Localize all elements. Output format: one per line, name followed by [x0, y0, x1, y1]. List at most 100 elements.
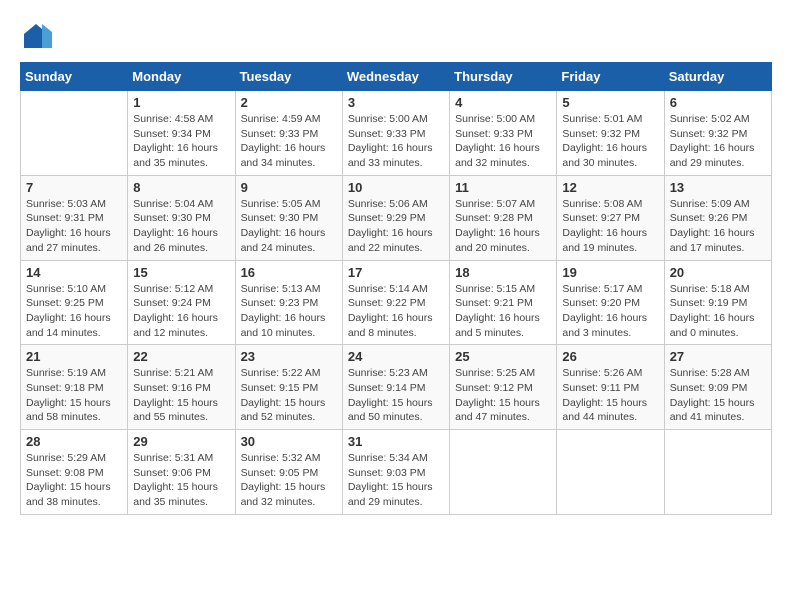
calendar-cell: 15 Sunrise: 5:12 AM Sunset: 9:24 PM Dayli…: [128, 260, 235, 345]
calendar-body: 1 Sunrise: 4:58 AM Sunset: 9:34 PM Daylig…: [21, 91, 772, 515]
day-number: 3: [348, 95, 444, 110]
day-info: Sunrise: 5:21 AM Sunset: 9:16 PM Dayligh…: [133, 366, 229, 425]
day-info: Sunrise: 5:03 AM Sunset: 9:31 PM Dayligh…: [26, 197, 122, 256]
day-info: Sunrise: 5:14 AM Sunset: 9:22 PM Dayligh…: [348, 282, 444, 341]
day-number: 28: [26, 434, 122, 449]
day-info: Sunrise: 5:05 AM Sunset: 9:30 PM Dayligh…: [241, 197, 337, 256]
calendar-cell: 26Sunrise: 5:26 AM Sunset: 9:11 PM Dayli…: [557, 345, 664, 430]
calendar-cell: 10 Sunrise: 5:06 AM Sunset: 9:29 PM Dayli…: [342, 175, 449, 260]
calendar-cell: [557, 430, 664, 515]
calendar-cell: 22 Sunrise: 5:21 AM Sunset: 9:16 PM Dayli…: [128, 345, 235, 430]
day-info: Sunrise: 5:08 AM Sunset: 9:27 PM Dayligh…: [562, 197, 658, 256]
day-info: Sunrise: 5:06 AM Sunset: 9:29 PM Dayligh…: [348, 197, 444, 256]
header-day: Thursday: [450, 63, 557, 91]
logo-icon: [20, 20, 52, 52]
calendar-cell: 3 Sunrise: 5:00 AM Sunset: 9:33 PM Daylig…: [342, 91, 449, 176]
day-info: Sunrise: 5:31 AM Sunset: 9:06 PM Dayligh…: [133, 451, 229, 510]
day-number: 14: [26, 265, 122, 280]
day-number: 26: [562, 349, 658, 364]
calendar-cell: 25Sunrise: 5:25 AM Sunset: 9:12 PM Dayli…: [450, 345, 557, 430]
day-number: 4: [455, 95, 551, 110]
header-day: Monday: [128, 63, 235, 91]
calendar-table: SundayMondayTuesdayWednesdayThursdayFrid…: [20, 62, 772, 515]
day-info: Sunrise: 5:00 AM Sunset: 9:33 PM Dayligh…: [455, 112, 551, 171]
calendar-cell: 9 Sunrise: 5:05 AM Sunset: 9:30 PM Daylig…: [235, 175, 342, 260]
header-day: Sunday: [21, 63, 128, 91]
day-number: 22: [133, 349, 229, 364]
calendar-cell: 12 Sunrise: 5:08 AM Sunset: 9:27 PM Dayli…: [557, 175, 664, 260]
day-info: Sunrise: 5:04 AM Sunset: 9:30 PM Dayligh…: [133, 197, 229, 256]
day-info: Sunrise: 4:58 AM Sunset: 9:34 PM Dayligh…: [133, 112, 229, 171]
calendar-cell: 17 Sunrise: 5:14 AM Sunset: 9:22 PM Dayli…: [342, 260, 449, 345]
day-info: Sunrise: 5:23 AM Sunset: 9:14 PM Dayligh…: [348, 366, 444, 425]
calendar-cell: 21 Sunrise: 5:19 AM Sunset: 9:18 PM Dayli…: [21, 345, 128, 430]
day-number: 13: [670, 180, 766, 195]
day-number: 16: [241, 265, 337, 280]
calendar-cell: 4 Sunrise: 5:00 AM Sunset: 9:33 PM Daylig…: [450, 91, 557, 176]
header-day: Wednesday: [342, 63, 449, 91]
day-info: Sunrise: 5:13 AM Sunset: 9:23 PM Dayligh…: [241, 282, 337, 341]
day-number: 5: [562, 95, 658, 110]
day-number: 19: [562, 265, 658, 280]
calendar-cell: 11Sunrise: 5:07 AM Sunset: 9:28 PM Dayli…: [450, 175, 557, 260]
calendar-cell: 29 Sunrise: 5:31 AM Sunset: 9:06 PM Dayli…: [128, 430, 235, 515]
day-number: 2: [241, 95, 337, 110]
day-number: 20: [670, 265, 766, 280]
calendar-cell: 13 Sunrise: 5:09 AM Sunset: 9:26 PM Dayli…: [664, 175, 771, 260]
calendar-cell: 7 Sunrise: 5:03 AM Sunset: 9:31 PM Daylig…: [21, 175, 128, 260]
day-number: 18: [455, 265, 551, 280]
day-info: Sunrise: 5:02 AM Sunset: 9:32 PM Dayligh…: [670, 112, 766, 171]
day-number: 24: [348, 349, 444, 364]
calendar-week: 1 Sunrise: 4:58 AM Sunset: 9:34 PM Daylig…: [21, 91, 772, 176]
day-info: Sunrise: 5:00 AM Sunset: 9:33 PM Dayligh…: [348, 112, 444, 171]
day-info: Sunrise: 5:01 AM Sunset: 9:32 PM Dayligh…: [562, 112, 658, 171]
calendar-cell: 14Sunrise: 5:10 AM Sunset: 9:25 PM Dayli…: [21, 260, 128, 345]
day-number: 21: [26, 349, 122, 364]
calendar-week: 21 Sunrise: 5:19 AM Sunset: 9:18 PM Dayli…: [21, 345, 772, 430]
calendar-cell: 28Sunrise: 5:29 AM Sunset: 9:08 PM Dayli…: [21, 430, 128, 515]
day-number: 29: [133, 434, 229, 449]
day-info: Sunrise: 5:09 AM Sunset: 9:26 PM Dayligh…: [670, 197, 766, 256]
header-day: Tuesday: [235, 63, 342, 91]
day-number: 15: [133, 265, 229, 280]
day-info: Sunrise: 5:15 AM Sunset: 9:21 PM Dayligh…: [455, 282, 551, 341]
day-number: 8: [133, 180, 229, 195]
day-info: Sunrise: 5:22 AM Sunset: 9:15 PM Dayligh…: [241, 366, 337, 425]
day-info: Sunrise: 5:12 AM Sunset: 9:24 PM Dayligh…: [133, 282, 229, 341]
calendar-cell: 31 Sunrise: 5:34 AM Sunset: 9:03 PM Dayli…: [342, 430, 449, 515]
day-number: 10: [348, 180, 444, 195]
day-number: 1: [133, 95, 229, 110]
day-info: Sunrise: 5:28 AM Sunset: 9:09 PM Dayligh…: [670, 366, 766, 425]
day-info: Sunrise: 5:25 AM Sunset: 9:12 PM Dayligh…: [455, 366, 551, 425]
calendar-cell: 5 Sunrise: 5:01 AM Sunset: 9:32 PM Daylig…: [557, 91, 664, 176]
day-number: 17: [348, 265, 444, 280]
calendar-cell: 16 Sunrise: 5:13 AM Sunset: 9:23 PM Dayli…: [235, 260, 342, 345]
calendar-week: 28Sunrise: 5:29 AM Sunset: 9:08 PM Dayli…: [21, 430, 772, 515]
header-row: SundayMondayTuesdayWednesdayThursdayFrid…: [21, 63, 772, 91]
calendar-cell: 2Sunrise: 4:59 AM Sunset: 9:33 PM Daylig…: [235, 91, 342, 176]
logo: [20, 20, 56, 52]
day-number: 12: [562, 180, 658, 195]
day-number: 27: [670, 349, 766, 364]
calendar-cell: 24 Sunrise: 5:23 AM Sunset: 9:14 PM Dayli…: [342, 345, 449, 430]
calendar-cell: 30 Sunrise: 5:32 AM Sunset: 9:05 PM Dayli…: [235, 430, 342, 515]
calendar-cell: [450, 430, 557, 515]
day-number: 7: [26, 180, 122, 195]
calendar-cell: 19Sunrise: 5:17 AM Sunset: 9:20 PM Dayli…: [557, 260, 664, 345]
day-info: Sunrise: 5:19 AM Sunset: 9:18 PM Dayligh…: [26, 366, 122, 425]
calendar-cell: [21, 91, 128, 176]
page-header: [20, 20, 772, 52]
calendar-week: 14Sunrise: 5:10 AM Sunset: 9:25 PM Dayli…: [21, 260, 772, 345]
calendar-cell: 6Sunrise: 5:02 AM Sunset: 9:32 PM Daylig…: [664, 91, 771, 176]
calendar-cell: 1 Sunrise: 4:58 AM Sunset: 9:34 PM Daylig…: [128, 91, 235, 176]
day-info: Sunrise: 5:34 AM Sunset: 9:03 PM Dayligh…: [348, 451, 444, 510]
day-number: 30: [241, 434, 337, 449]
day-number: 31: [348, 434, 444, 449]
day-info: Sunrise: 5:32 AM Sunset: 9:05 PM Dayligh…: [241, 451, 337, 510]
calendar-cell: 27 Sunrise: 5:28 AM Sunset: 9:09 PM Dayli…: [664, 345, 771, 430]
calendar-header: SundayMondayTuesdayWednesdayThursdayFrid…: [21, 63, 772, 91]
calendar-week: 7 Sunrise: 5:03 AM Sunset: 9:31 PM Daylig…: [21, 175, 772, 260]
day-info: Sunrise: 5:18 AM Sunset: 9:19 PM Dayligh…: [670, 282, 766, 341]
day-number: 9: [241, 180, 337, 195]
day-number: 11: [455, 180, 551, 195]
